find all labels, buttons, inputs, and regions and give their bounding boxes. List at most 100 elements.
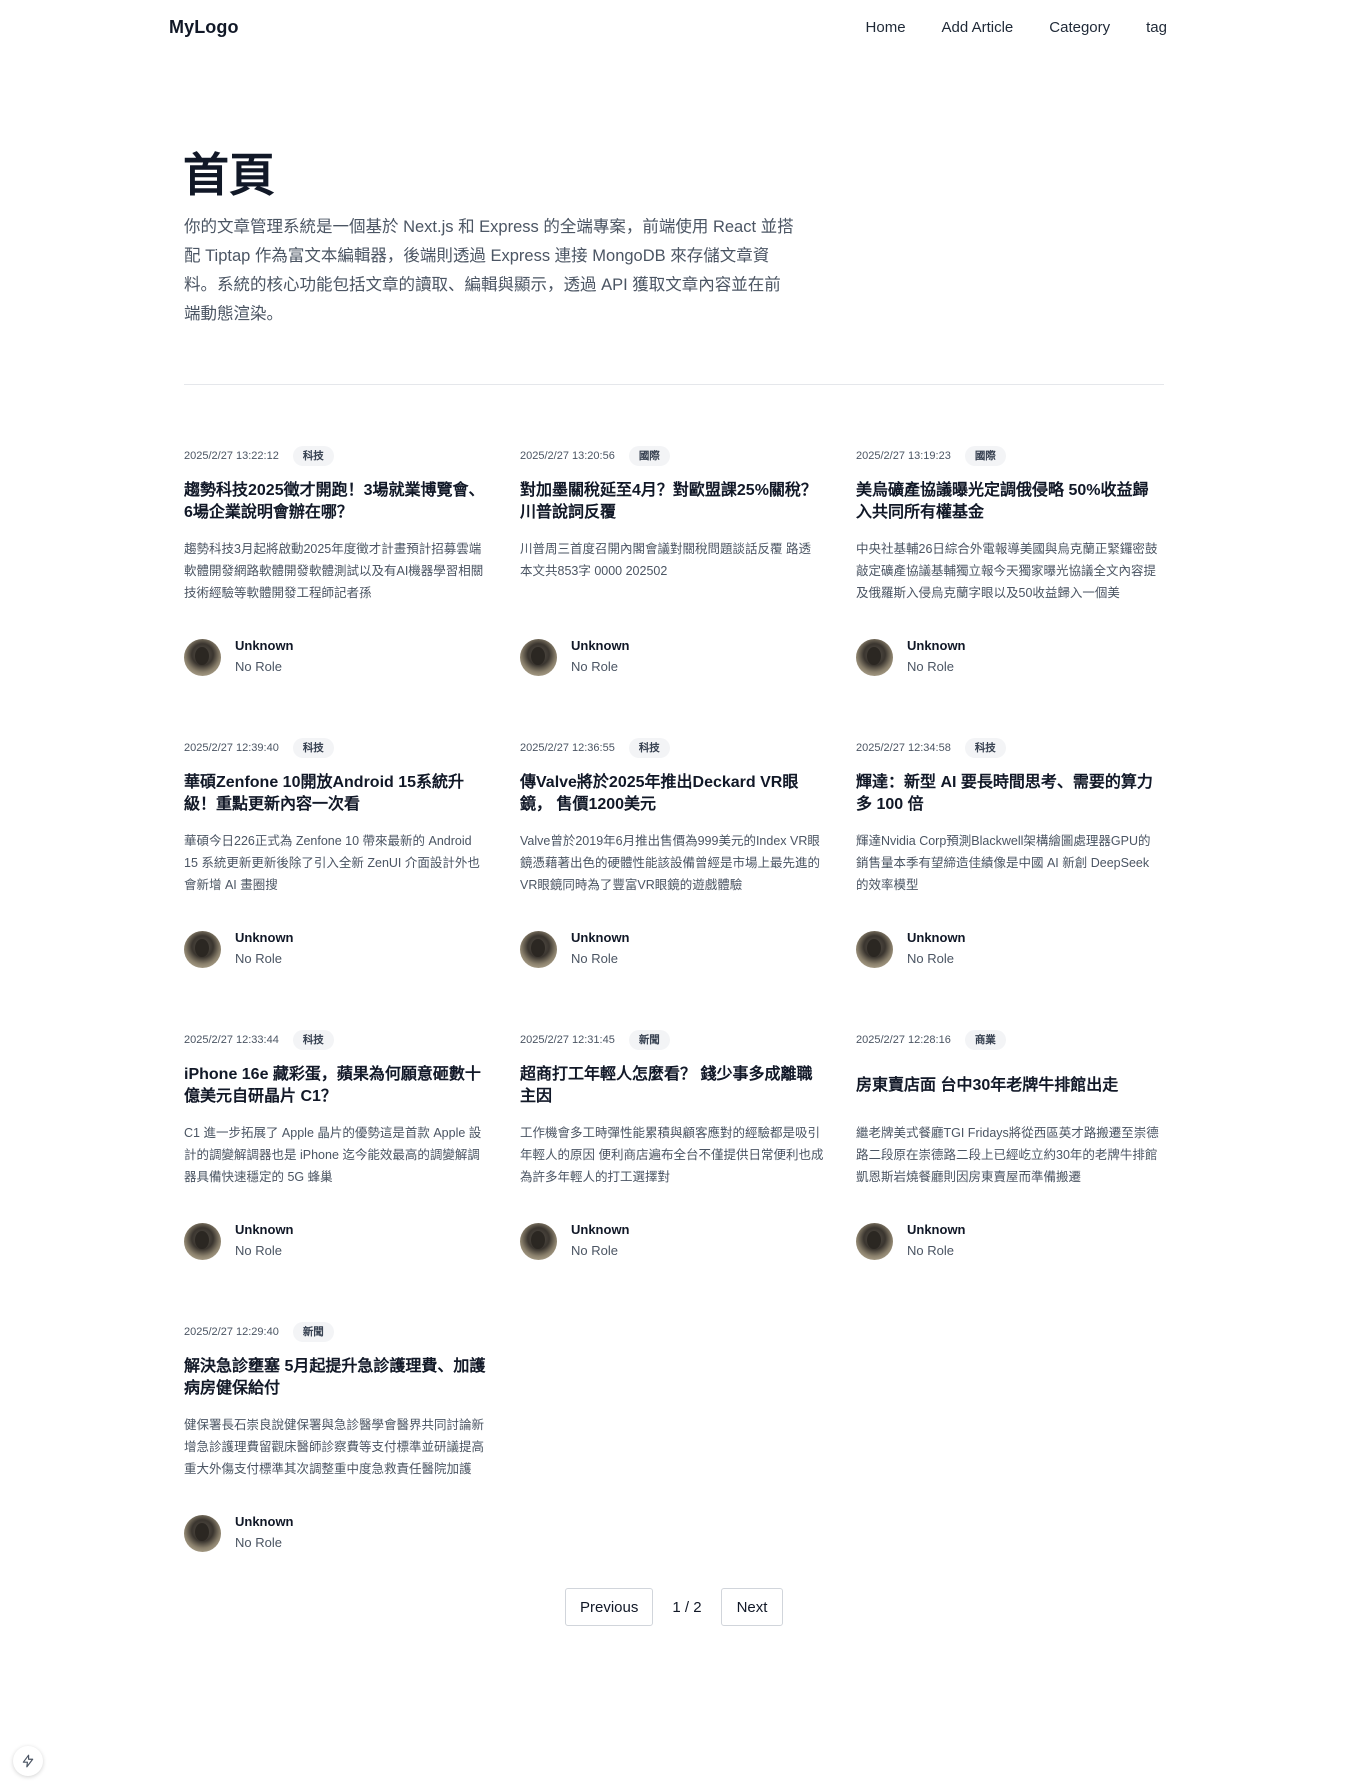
article-card[interactable]: 2025/2/27 12:33:44 科技 iPhone 16e 藏彩蛋，蘋果為…: [184, 1030, 488, 1322]
article-author: Unknown No Role: [184, 928, 294, 970]
article-card[interactable]: 2025/2/27 12:29:40 新聞 解決急診壅塞 5月起提升急診護理費、…: [184, 1322, 488, 1614]
author-name: Unknown: [235, 638, 294, 653]
article-date: 2025/2/27 13:20:56: [520, 450, 615, 462]
article-title-heading: 傳Valve將於2025年推出Deckard VR眼鏡， 售價1200美元: [520, 772, 824, 816]
pagination: Previous 1 / 2 Next: [565, 1588, 783, 1626]
avatar: [520, 930, 557, 968]
article-excerpt: 中央社基輔26日綜合外電報導美國與烏克蘭正緊鑼密鼓敲定礦產協議基輔獨立報今天獨家…: [856, 542, 1158, 600]
article-meta: 2025/2/27 12:29:40 新聞: [184, 1322, 488, 1342]
next-button[interactable]: Next: [721, 1588, 783, 1626]
author-role: No Role: [235, 1535, 282, 1550]
article-card[interactable]: 2025/2/27 12:34:58 科技 輝達：新型 AI 要長時間思考、需要…: [856, 738, 1160, 1030]
article-title-link[interactable]: iPhone 16e 藏彩蛋，蘋果為何願意砸數十億美元自研晶片 C1？: [184, 1064, 488, 1108]
article-grid: 2025/2/27 13:22:12 科技 趨勢科技2025徵才開跑！3場就業博…: [184, 446, 1164, 1614]
author-name: Unknown: [571, 638, 630, 653]
category-badge[interactable]: 國際: [964, 446, 1006, 466]
article-excerpt: 輝達Nvidia Corp預測Blackwell架構繪圖處理器GPU的銷售量本季…: [856, 834, 1151, 892]
lightning-bolt-icon: [22, 1754, 34, 1768]
author-info: Unknown No Role: [907, 636, 966, 678]
dev-tools-button[interactable]: [13, 1746, 43, 1776]
avatar: [184, 1222, 221, 1260]
article-excerpt: C1 進一步拓展了 Apple 晶片的優勢這是首款 Apple 設計的調變解調器…: [184, 1126, 482, 1184]
article-title-link[interactable]: 超商打工年輕人怎麼看？ 錢少事多成離職主因: [520, 1064, 824, 1108]
author-info: Unknown No Role: [907, 1220, 966, 1262]
article-card[interactable]: 2025/2/27 13:20:56 國際 對加墨關稅延至4月？對歐盟課25%關…: [520, 446, 824, 738]
category-badge[interactable]: 新聞: [628, 1030, 670, 1050]
nav-home[interactable]: Home: [866, 19, 906, 36]
article-title-link[interactable]: 輝達：新型 AI 要長時間思考、需要的算力多 100 倍: [856, 772, 1160, 816]
main-nav: Home Add Article Category tag: [866, 19, 1167, 36]
avatar: [856, 1222, 893, 1260]
author-info: Unknown No Role: [235, 1220, 294, 1262]
article-meta: 2025/2/27 12:39:40 科技: [184, 738, 488, 758]
author-role: No Role: [907, 951, 954, 966]
article-excerpt: 工作機會多工時彈性能累積與顧客應對的經驗都是吸引年輕人的原因 便利商店遍布全台不…: [520, 1126, 824, 1184]
avatar: [520, 1222, 557, 1260]
article-author: Unknown No Role: [856, 636, 966, 678]
category-badge[interactable]: 國際: [628, 446, 670, 466]
page-indicator: 1 / 2: [672, 1598, 702, 1616]
article-title-heading: 趨勢科技2025徵才開跑！3場就業博覽會、6場企業說明會辦在哪？: [184, 480, 488, 524]
article-excerpt: 趨勢科技3月起將啟動2025年度徵才計畫預計招募雲端軟體開發網路軟體開發軟體測試…: [184, 542, 484, 600]
article-excerpt: 健保署長石崇良說健保署與急診醫學會醫界共同討論新增急診護理費留觀床醫師診察費等支…: [184, 1418, 485, 1476]
article-excerpt: 川普周三首度召開內閣會議對關稅問題談話反覆 路透 本文共853字 0000 20…: [520, 542, 811, 578]
article-card[interactable]: 2025/2/27 12:36:55 科技 傳Valve將於2025年推出Dec…: [520, 738, 824, 1030]
article-title-heading: 對加墨關稅延至4月？對歐盟課25%關稅？川普說詞反覆: [520, 480, 824, 524]
author-role: No Role: [235, 951, 282, 966]
category-badge[interactable]: 新聞: [292, 1322, 334, 1342]
article-card[interactable]: 2025/2/27 12:39:40 科技 華碩Zenfone 10開放Andr…: [184, 738, 488, 1030]
article-meta: 2025/2/27 13:22:12 科技: [184, 446, 488, 466]
article-date: 2025/2/27 12:33:44: [184, 1034, 279, 1046]
author-name: Unknown: [571, 1222, 630, 1237]
article-card[interactable]: 2025/2/27 13:19:23 國際 美烏礦產協議曝光定調俄侵略 50%收…: [856, 446, 1160, 738]
article-author: Unknown No Role: [856, 928, 966, 970]
category-badge[interactable]: 科技: [292, 738, 334, 758]
article-card[interactable]: 2025/2/27 13:22:12 科技 趨勢科技2025徵才開跑！3場就業博…: [184, 446, 488, 738]
article-date: 2025/2/27 12:28:16: [856, 1034, 951, 1046]
author-role: No Role: [571, 659, 618, 674]
article-excerpt: 繼老牌美式餐廳TGI Fridays將從西區英才路搬遷至崇德路二段原在崇德路二段…: [856, 1126, 1159, 1184]
article-title-link[interactable]: 房東賣店面 台中30年老牌牛排館出走: [856, 1075, 1118, 1097]
article-title-link[interactable]: 傳Valve將於2025年推出Deckard VR眼鏡， 售價1200美元: [520, 772, 824, 816]
category-badge[interactable]: 科技: [964, 738, 1006, 758]
author-role: No Role: [907, 659, 954, 674]
author-info: Unknown No Role: [907, 928, 966, 970]
category-badge[interactable]: 科技: [292, 446, 334, 466]
article-date: 2025/2/27 12:31:45: [520, 1034, 615, 1046]
category-badge[interactable]: 科技: [292, 1030, 334, 1050]
logo-link[interactable]: MyLogo: [169, 17, 239, 38]
article-title-heading: 超商打工年輕人怎麼看？ 錢少事多成離職主因: [520, 1064, 824, 1108]
article-title-link[interactable]: 趨勢科技2025徵才開跑！3場就業博覽會、6場企業說明會辦在哪？: [184, 480, 488, 524]
article-title-heading: 房東賣店面 台中30年老牌牛排館出走: [856, 1064, 1160, 1108]
nav-tag[interactable]: tag: [1146, 19, 1167, 36]
article-title-heading: 解決急診壅塞 5月起提升急診護理費、加護病房健保給付: [184, 1356, 488, 1400]
article-title-link[interactable]: 華碩Zenfone 10開放Android 15系統升級！重點更新內容一次看: [184, 772, 488, 816]
author-info: Unknown No Role: [571, 928, 630, 970]
category-badge[interactable]: 科技: [628, 738, 670, 758]
avatar: [856, 930, 893, 968]
nav-category[interactable]: Category: [1049, 19, 1110, 36]
article-author: Unknown No Role: [856, 1220, 966, 1262]
author-name: Unknown: [907, 1222, 966, 1237]
article-title-link[interactable]: 對加墨關稅延至4月？對歐盟課25%關稅？川普說詞反覆: [520, 480, 824, 524]
navbar: MyLogo Home Add Article Category tag: [0, 0, 1347, 58]
article-date: 2025/2/27 13:22:12: [184, 450, 279, 462]
article-title-link[interactable]: 解決急診壅塞 5月起提升急診護理費、加護病房健保給付: [184, 1356, 488, 1400]
article-date: 2025/2/27 12:39:40: [184, 742, 279, 754]
page-title: 首頁: [183, 149, 275, 201]
author-name: Unknown: [571, 930, 630, 945]
author-info: Unknown No Role: [235, 928, 294, 970]
author-name: Unknown: [235, 1514, 294, 1529]
article-card[interactable]: 2025/2/27 12:28:16 商業 房東賣店面 台中30年老牌牛排館出走…: [856, 1030, 1160, 1322]
article-title-link[interactable]: 美烏礦產協議曝光定調俄侵略 50%收益歸入共同所有權基金: [856, 480, 1160, 524]
article-title-heading: 華碩Zenfone 10開放Android 15系統升級！重點更新內容一次看: [184, 772, 488, 816]
nav-add-article[interactable]: Add Article: [942, 19, 1014, 36]
author-info: Unknown No Role: [235, 636, 294, 678]
article-date: 2025/2/27 12:34:58: [856, 742, 951, 754]
page-description: 你的文章管理系統是一個基於 Next.js 和 Express 的全端專案，前端…: [184, 218, 794, 323]
previous-button[interactable]: Previous: [565, 1588, 653, 1626]
article-card[interactable]: 2025/2/27 12:31:45 新聞 超商打工年輕人怎麼看？ 錢少事多成離…: [520, 1030, 824, 1322]
category-badge[interactable]: 商業: [964, 1030, 1006, 1050]
avatar: [184, 638, 221, 676]
article-meta: 2025/2/27 13:20:56 國際: [520, 446, 824, 466]
